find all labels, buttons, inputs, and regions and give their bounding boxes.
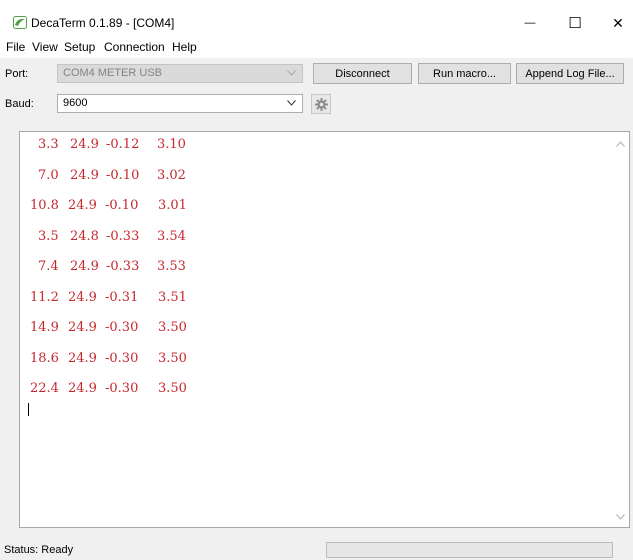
menu-bar: File View Setup Connection Help bbox=[0, 38, 633, 58]
terminal-cell: -0.12 bbox=[106, 137, 140, 152]
chevron-down-icon bbox=[287, 100, 296, 106]
scroll-up-icon[interactable] bbox=[616, 141, 625, 147]
progress-bar bbox=[326, 542, 613, 558]
terminal-output[interactable]: 3.3 24.9 -0.12 3.10 7.0 24.9 -0.10 3.02 10.8 24.9… bbox=[19, 131, 630, 528]
maximize-button[interactable]: ☐ bbox=[557, 10, 593, 36]
terminal-cell: 7.0 bbox=[38, 167, 59, 183]
port-select-value: COM4 METER USB bbox=[63, 67, 163, 79]
menu-setup[interactable]: Setup bbox=[64, 40, 95, 54]
text-cursor bbox=[28, 403, 29, 416]
run-macro-button[interactable]: Run macro... bbox=[418, 63, 511, 84]
terminal-cell: 3.3 bbox=[38, 137, 59, 152]
terminal-cell: 24.9 bbox=[70, 259, 99, 274]
terminal-cell: -0.10 bbox=[106, 167, 140, 183]
menu-view[interactable]: View bbox=[32, 40, 58, 54]
terminal-cell: 10.8 bbox=[30, 198, 59, 213]
minimize-icon: — bbox=[524, 17, 536, 29]
terminal-cell: 3.10 bbox=[157, 137, 186, 152]
status-text: Status: Ready bbox=[4, 544, 74, 556]
minimize-button[interactable]: — bbox=[512, 10, 548, 36]
terminal-cell: 3.50 bbox=[158, 381, 187, 396]
terminal-cell: 18.6 bbox=[30, 350, 59, 366]
terminal-cell: -0.33 bbox=[106, 228, 140, 244]
terminal-cell: 3.01 bbox=[158, 198, 187, 213]
chevron-down-icon bbox=[287, 70, 296, 76]
terminal-cell: 3.54 bbox=[157, 228, 186, 244]
menu-help[interactable]: Help bbox=[172, 40, 197, 54]
gear-icon bbox=[314, 97, 328, 111]
baud-label: Baud: bbox=[5, 98, 34, 110]
terminal-cell: -0.30 bbox=[105, 381, 139, 396]
terminal-cell: 3.51 bbox=[158, 289, 187, 305]
window-title: DecaTerm 0.1.89 - [COM4] bbox=[31, 16, 175, 30]
port-label: Port: bbox=[5, 68, 29, 80]
baud-select-value: 9600 bbox=[63, 97, 88, 109]
terminal-cell: 22.4 bbox=[30, 381, 59, 396]
terminal-cell: 24.9 bbox=[68, 320, 97, 335]
decaterm-logo-icon bbox=[13, 16, 27, 29]
terminal-cell: 3.50 bbox=[158, 350, 187, 366]
terminal-cell: 3.5 bbox=[38, 228, 59, 244]
vertical-scrollbar[interactable] bbox=[612, 132, 629, 527]
terminal-cell: 3.02 bbox=[157, 167, 186, 183]
terminal-cell: 24.9 bbox=[68, 198, 97, 213]
terminal-cell: 11.2 bbox=[30, 289, 59, 305]
terminal-cell: 14.9 bbox=[30, 320, 59, 335]
maximize-icon: ☐ bbox=[568, 15, 582, 32]
baud-select[interactable]: 9600 bbox=[57, 94, 303, 113]
terminal-cell: -0.33 bbox=[106, 259, 140, 274]
terminal-cell: 24.9 bbox=[68, 289, 97, 305]
terminal-cell: 7.4 bbox=[38, 259, 59, 274]
terminal-cell: -0.10 bbox=[105, 198, 139, 213]
scroll-down-icon[interactable] bbox=[616, 514, 625, 520]
title-bar[interactable]: DecaTerm 0.1.89 - [COM4] — ☐ ✕ bbox=[0, 10, 633, 36]
terminal-cell: 24.9 bbox=[70, 167, 99, 183]
settings-button[interactable] bbox=[311, 94, 331, 114]
terminal-cell: 24.9 bbox=[68, 350, 97, 366]
close-button[interactable]: ✕ bbox=[600, 10, 633, 36]
terminal-cell: 24.8 bbox=[70, 228, 99, 244]
terminal-cell: 3.50 bbox=[158, 320, 187, 335]
terminal-cell: -0.30 bbox=[105, 350, 139, 366]
terminal-cell: -0.31 bbox=[105, 289, 139, 305]
close-icon: ✕ bbox=[612, 14, 624, 31]
menu-connection[interactable]: Connection bbox=[104, 40, 165, 54]
terminal-cell: 24.9 bbox=[70, 137, 99, 152]
append-log-file-button[interactable]: Append Log File... bbox=[516, 63, 624, 84]
terminal-cell: -0.30 bbox=[105, 320, 139, 335]
disconnect-button[interactable]: Disconnect bbox=[313, 63, 412, 84]
port-select[interactable]: COM4 METER USB bbox=[57, 64, 303, 83]
terminal-cell: 3.53 bbox=[157, 259, 186, 274]
terminal-cell: 24.9 bbox=[68, 381, 97, 396]
menu-file[interactable]: File bbox=[6, 40, 25, 54]
